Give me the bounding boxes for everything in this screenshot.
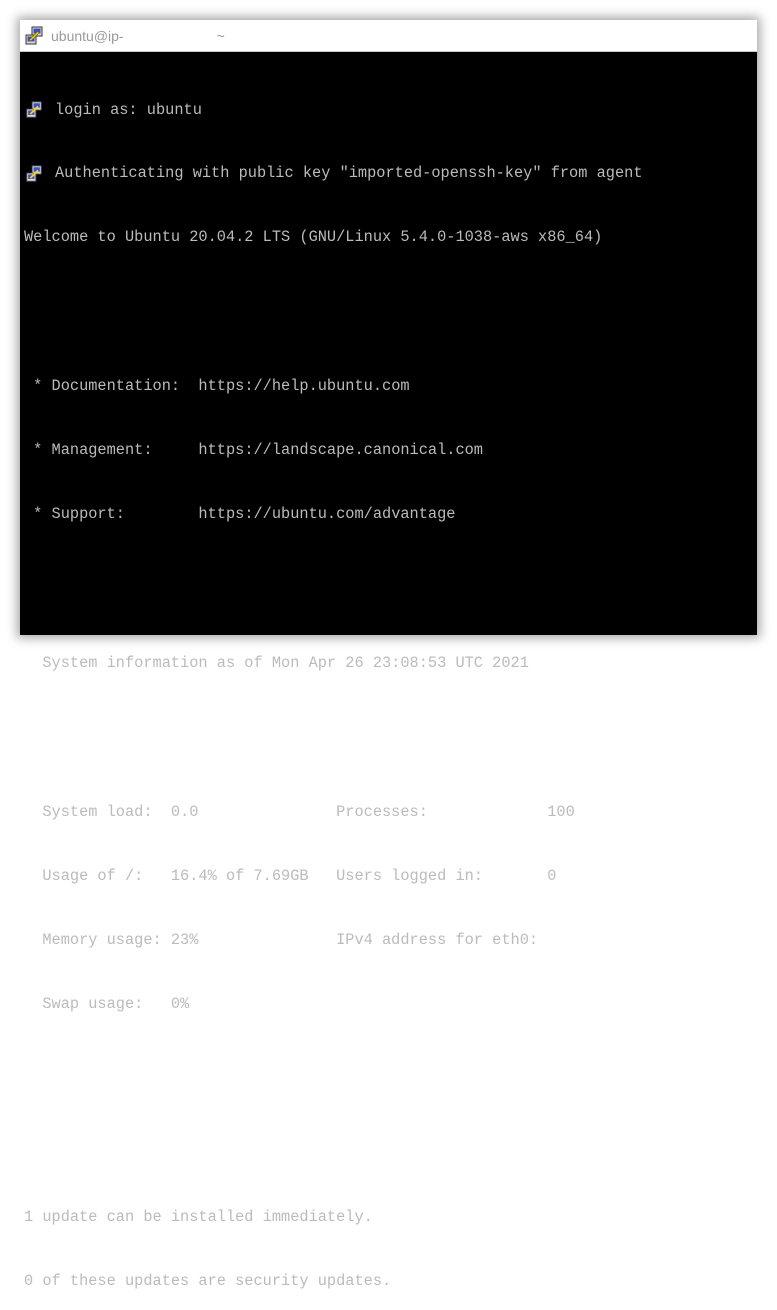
doc-url[interactable]: https://help.ubuntu.com bbox=[198, 376, 409, 397]
sysinfo-left: Usage of /: 16.4% of 7.69GB bbox=[24, 867, 337, 886]
sysinfo-left: System load: 0.0 bbox=[24, 803, 337, 822]
title-path: ~ bbox=[216, 27, 225, 44]
terminal-output[interactable]: login as: ubuntu Authenticating with pub… bbox=[20, 52, 757, 1290]
doc-link-line: * Documentation: https://help.ubuntu.com bbox=[24, 376, 757, 397]
auth-text: Authenticating with public key "imported… bbox=[55, 164, 643, 183]
window-title: ubuntu@ip- ~ bbox=[51, 28, 225, 44]
terminal-line: Authenticating with public key "imported… bbox=[24, 163, 757, 184]
doc-label: * Documentation: bbox=[24, 377, 199, 396]
management-link-line: * Management: https://landscape.canonica… bbox=[24, 440, 757, 461]
sysinfo-left: Swap usage: 0% bbox=[24, 995, 190, 1014]
putty-icon bbox=[26, 101, 42, 118]
putty-icon bbox=[26, 165, 42, 182]
putty-window: ubuntu@ip- ~ login as: ubuntu Authenticat… bbox=[20, 20, 757, 1290]
update-line: 0 of these updates are security updates. bbox=[24, 1271, 392, 1290]
update-line: 1 update can be installed immediately. bbox=[24, 1208, 373, 1227]
sysinfo-row: Swap usage: 0% bbox=[24, 994, 757, 1015]
support-label: * Support: bbox=[24, 505, 199, 524]
management-url[interactable]: https://landscape.canonical.com bbox=[198, 440, 483, 461]
sysinfo-right-label: IPv4 address for eth0: bbox=[336, 931, 548, 950]
sysinfo-right-label: Processes: bbox=[336, 803, 548, 822]
login-prompt-text: login as: ubuntu bbox=[55, 100, 202, 119]
support-link-line: * Support: https://ubuntu.com/advantage bbox=[24, 504, 757, 525]
support-url[interactable]: https://ubuntu.com/advantage bbox=[198, 504, 455, 525]
title-bar[interactable]: ubuntu@ip- ~ bbox=[20, 20, 757, 52]
sysinfo-row: System load: 0.0 Processes: 100 bbox=[24, 802, 757, 823]
sysinfo-row: Memory usage: 23% IPv4 address for eth0: bbox=[24, 930, 757, 951]
management-label: * Management: bbox=[24, 441, 199, 460]
terminal-line: login as: ubuntu bbox=[24, 100, 757, 121]
sysinfo-right-value: 0 bbox=[547, 867, 557, 886]
welcome-line: Welcome to Ubuntu 20.04.2 LTS (GNU/Linux… bbox=[24, 228, 603, 247]
sysinfo-right-value: 100 bbox=[547, 803, 575, 822]
sysinfo-header: System information as of Mon Apr 26 23:0… bbox=[24, 654, 529, 673]
putty-icon bbox=[25, 26, 43, 44]
sysinfo-left: Memory usage: 23% bbox=[24, 931, 337, 950]
title-user-host: ubuntu@ip- bbox=[51, 27, 124, 44]
sysinfo-right-label: Users logged in: bbox=[336, 867, 548, 886]
sysinfo-row: Usage of /: 16.4% of 7.69GB Users logged… bbox=[24, 866, 757, 887]
